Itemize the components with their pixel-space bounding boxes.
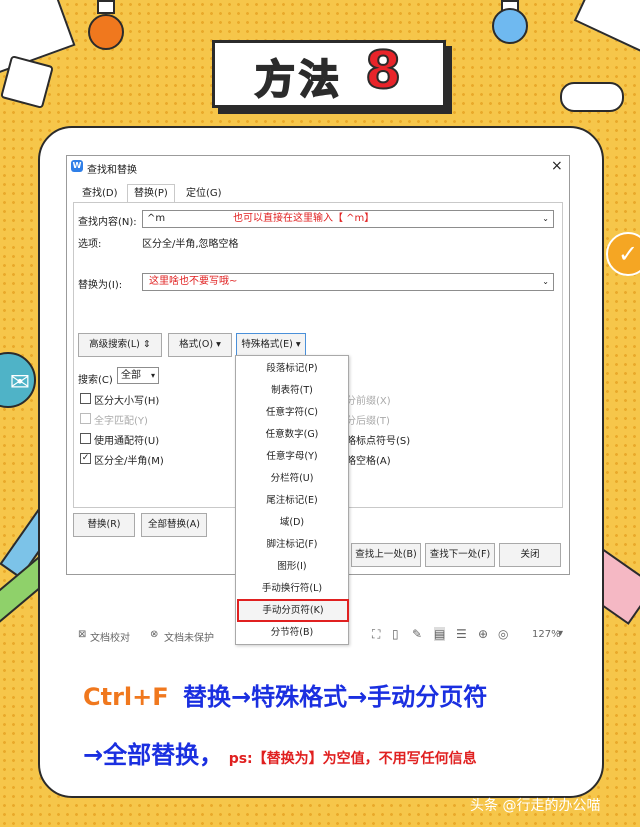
search-label: 搜索(C) [78,375,113,386]
proof-icon[interactable]: ⊠ [78,629,86,640]
status-bar: ⊠ 文档校对 ⊗ 文档未保护 ⛶ ▯ ✎ ▤ ☰ ⊕ ◎ 127% ▾ [66,624,568,646]
find-value: ^m [147,213,166,224]
book-icon[interactable]: ▯ [392,627,399,641]
checkbox-width-label: 区分全/半角(M) [94,456,164,467]
replace-input[interactable]: 这里啥也不要写哦~ ⌄ [142,273,554,291]
paper-sheet-decoration [573,0,640,61]
find-label: 查找内容(N): [78,217,137,228]
tab-find[interactable]: 查找(D) [75,184,125,204]
menu-item-tab[interactable]: 制表符(T) [236,380,348,402]
advanced-search-label: 高级搜索(L) [89,339,140,350]
menu-item-field[interactable]: 域(D) [236,512,348,534]
title-number: 8 [364,40,402,102]
menu-item-graphic[interactable]: 图形(I) [236,556,348,578]
cloud-icon [560,82,624,112]
ignore-punct-label: 略标点符号(S) [346,436,411,447]
special-format-button[interactable]: 特殊格式(E) ▾ [236,333,306,357]
replace-label: 替换为(I): [78,280,123,291]
find-next-button[interactable]: 查找下一处(F) [425,543,495,567]
ps-note: ps:【替换为】为空值，不用写任何信息 [228,751,477,767]
ignore-space-label: 略空格(A) [346,456,391,467]
tab-goto[interactable]: 定位(G) [179,184,229,204]
replace-note: 这里啥也不要写哦~ [149,276,238,287]
special-format-menu: 段落标记(P) 制表符(T) 任意字符(C) 任意数字(G) 任意字母(Y) 分… [235,355,349,645]
chevron-down-icon[interactable]: ⌄ [542,274,549,290]
lightbulb-icon [86,0,126,60]
pen-icon[interactable]: ✎ [412,627,422,641]
find-note: 也可以直接在这里输入【 ^m】 [233,213,375,224]
page-title: 方法 8 [212,40,446,108]
format-button[interactable]: 格式(O) ▾ [168,333,232,357]
replace-button[interactable]: 替换(R) [73,513,135,537]
unprotected-label[interactable]: 文档未保护 [164,629,214,644]
menu-item-any-digit[interactable]: 任意数字(G) [236,424,348,446]
mail-icon: ✉ [0,352,36,408]
wps-logo-icon: W [71,160,83,172]
proof-label[interactable]: 文档校对 [90,629,130,644]
find-previous-button[interactable]: 查找上一处(B) [351,543,421,567]
options-value: 区分全/半角,忽略空格 [142,239,239,250]
menu-item-any-char[interactable]: 任意字符(C) [236,402,348,424]
eye-icon[interactable]: ◎ [498,627,508,641]
instruction-line-1: Ctrl+F 替换→特殊格式→手动分页符 [83,677,487,712]
chevron-down-icon[interactable]: ⌄ [542,211,549,227]
fullscreen-icon[interactable]: ⛶ [372,627,380,642]
checkbox-case-label: 区分大小写(H) [94,396,160,407]
prefix-label: 分前缀(X) [346,396,391,407]
search-select[interactable]: 全部 ▾ [117,367,159,384]
menu-item-paragraph-mark[interactable]: 段落标记(P) [236,358,348,380]
check-circle-icon: ✓ [606,232,640,276]
dialog-titlebar: W 查找和替换 × [67,156,569,178]
paper-sheet-decoration [0,55,54,109]
dialog-title: 查找和替换 [87,165,137,176]
checkbox-width[interactable]: ✓ [80,453,91,464]
instruction-line-2: →全部替换， ps:【替换为】为空值，不用写任何信息 [83,735,477,770]
checkbox-whole-word-label: 全字匹配(Y) [94,416,148,427]
menu-item-column-break[interactable]: 分栏符(U) [236,468,348,490]
find-input[interactable]: ^m 也可以直接在这里输入【 ^m】 ⌄ [142,210,554,228]
options-label: 选项: [78,239,102,250]
steps-text: 替换→特殊格式→手动分页符 [183,683,488,711]
format-label: 格式(O) [179,339,214,350]
checkbox-wildcard-label: 使用通配符(U) [94,436,160,447]
page-view-icon[interactable]: ▤ [434,627,446,641]
menu-item-manual-line-break[interactable]: 手动换行符(L) [236,578,348,600]
watermark: 头条 @行走的办公喵 [470,798,601,814]
menu-item-footnote[interactable]: 脚注标记(F) [236,534,348,556]
tab-replace[interactable]: 替换(P) [127,184,175,204]
replace-all-button[interactable]: 全部替换(A) [141,513,207,537]
close-button[interactable]: 关闭 [499,543,561,567]
close-icon[interactable]: × [551,158,563,174]
title-text: 方法 [254,56,343,104]
checkbox-wildcard[interactable] [80,433,91,444]
menu-item-manual-page-break[interactable]: 手动分页符(K) [237,599,349,622]
shortcut-text: Ctrl+F [83,683,169,711]
special-format-label: 特殊格式(E) [241,339,293,350]
unprotected-icon[interactable]: ⊗ [150,629,158,640]
search-value: 全部 [121,370,141,381]
suffix-label: 分后缀(T) [346,416,390,427]
menu-item-any-letter[interactable]: 任意字母(Y) [236,446,348,468]
lightbulb-icon [490,0,530,50]
checkbox-whole-word[interactable] [80,413,91,424]
menu-item-endnote[interactable]: 尾注标记(E) [236,490,348,512]
outline-icon[interactable]: ☰ [456,627,467,641]
replace-all-text: →全部替换， [83,741,224,769]
chevron-down-icon[interactable]: ▾ [558,628,563,639]
checkbox-case[interactable] [80,393,91,404]
advanced-search-button[interactable]: 高级搜索(L) ⇕ [78,333,162,357]
web-icon[interactable]: ⊕ [478,627,488,641]
zoom-level[interactable]: 127% [532,629,561,640]
chevron-down-icon: ▾ [150,371,155,380]
